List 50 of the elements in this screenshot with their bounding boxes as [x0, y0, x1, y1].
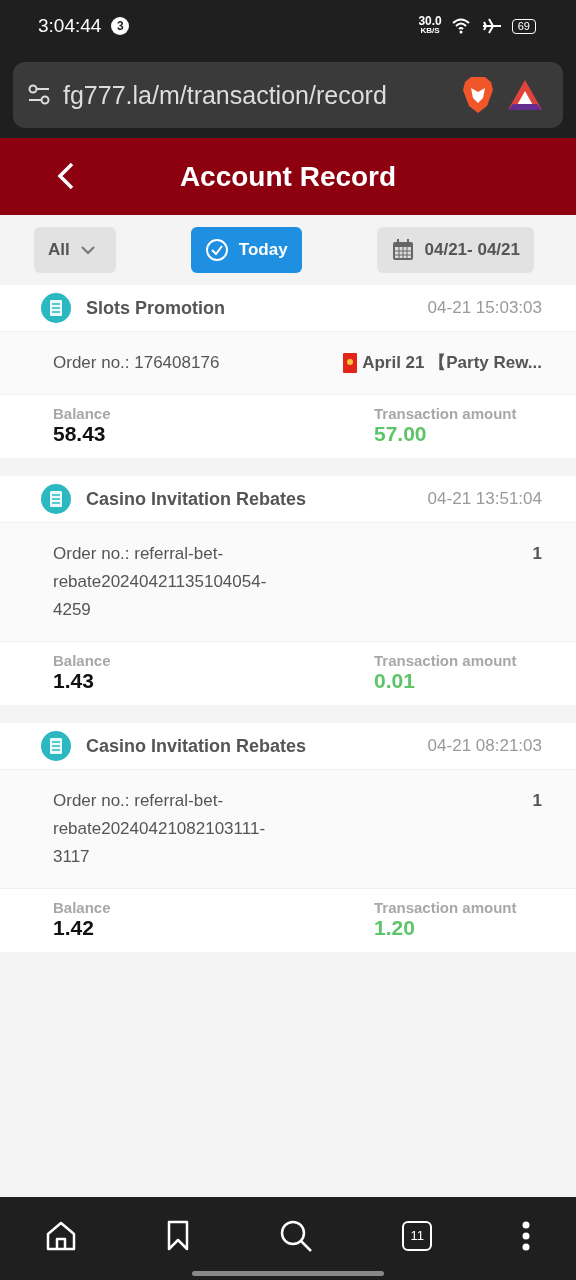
receipt-icon — [40, 292, 72, 324]
order-number: Order no.: 176408176 — [53, 352, 221, 374]
amount-value: 57.00 — [374, 422, 428, 446]
amount-value: 1.20 — [374, 916, 416, 940]
settings-icon[interactable] — [27, 84, 51, 106]
notification-count: 3 — [111, 17, 130, 35]
filter-button[interactable]: Today — [190, 227, 302, 273]
balance-value: 1.42 — [53, 916, 95, 940]
status-time: 3:04:44 — [38, 15, 102, 37]
network-speed: 30.0 KB/S — [418, 16, 442, 36]
balance-label: Balance — [53, 652, 112, 669]
tab-count-button[interactable]: 11 — [402, 1220, 433, 1251]
record-title: Casino Invitation Rebates — [86, 735, 308, 757]
amount-label: Transaction amount — [374, 899, 518, 916]
airplane-icon — [481, 18, 502, 34]
receipt-icon — [40, 730, 72, 762]
address-bar[interactable]: fg777.la/m/transaction/record — [13, 62, 563, 128]
balance-label: Balance — [53, 405, 112, 422]
receipt-icon — [40, 483, 72, 515]
balance-value: 58.43 — [53, 422, 107, 446]
order-remark: 1 — [532, 790, 542, 812]
more-icon[interactable] — [521, 1220, 532, 1251]
search-icon[interactable] — [278, 1218, 313, 1253]
record-time: 04-21 08:21:03 — [427, 736, 542, 756]
check-circle-icon — [204, 238, 229, 262]
bookmark-icon[interactable] — [165, 1219, 190, 1252]
wifi-icon — [451, 18, 472, 34]
record-time: 04-21 15:03:03 — [427, 298, 542, 318]
balance-value: 1.43 — [53, 669, 95, 693]
record-title: Slots Promotion — [86, 297, 226, 319]
home-icon[interactable] — [44, 1219, 77, 1252]
filter-dropdown[interactable]: All — [34, 227, 116, 273]
triangle-icon[interactable] — [507, 79, 543, 111]
order-number: Order no.: referral-bet-rebate20240421135104054-4259 — [53, 543, 268, 621]
chevron-down-icon — [79, 244, 96, 256]
back-icon[interactable] — [57, 162, 75, 190]
amount-value: 0.01 — [374, 669, 416, 693]
lion-shield-icon[interactable] — [461, 76, 495, 114]
order-remark: April 21 【Party Rew... — [362, 352, 542, 374]
order-remark: 1 — [532, 543, 542, 565]
filter-date-button[interactable]: 04/21- 04/21 — [376, 227, 534, 273]
record-time: 04-21 13:51:04 — [427, 489, 542, 509]
calendar-icon — [390, 238, 415, 262]
order-number: Order no.: referral-bet-rebate20240421082103111-3117 — [53, 790, 267, 868]
amount-label: Transaction amount — [374, 405, 518, 422]
balance-label: Balance — [53, 899, 112, 916]
battery-level: 69 — [511, 18, 536, 34]
amount-label: Transaction amount — [374, 652, 518, 669]
record-title: Casino Invitation Rebates — [86, 488, 308, 510]
page-title: Account Record — [179, 160, 397, 193]
